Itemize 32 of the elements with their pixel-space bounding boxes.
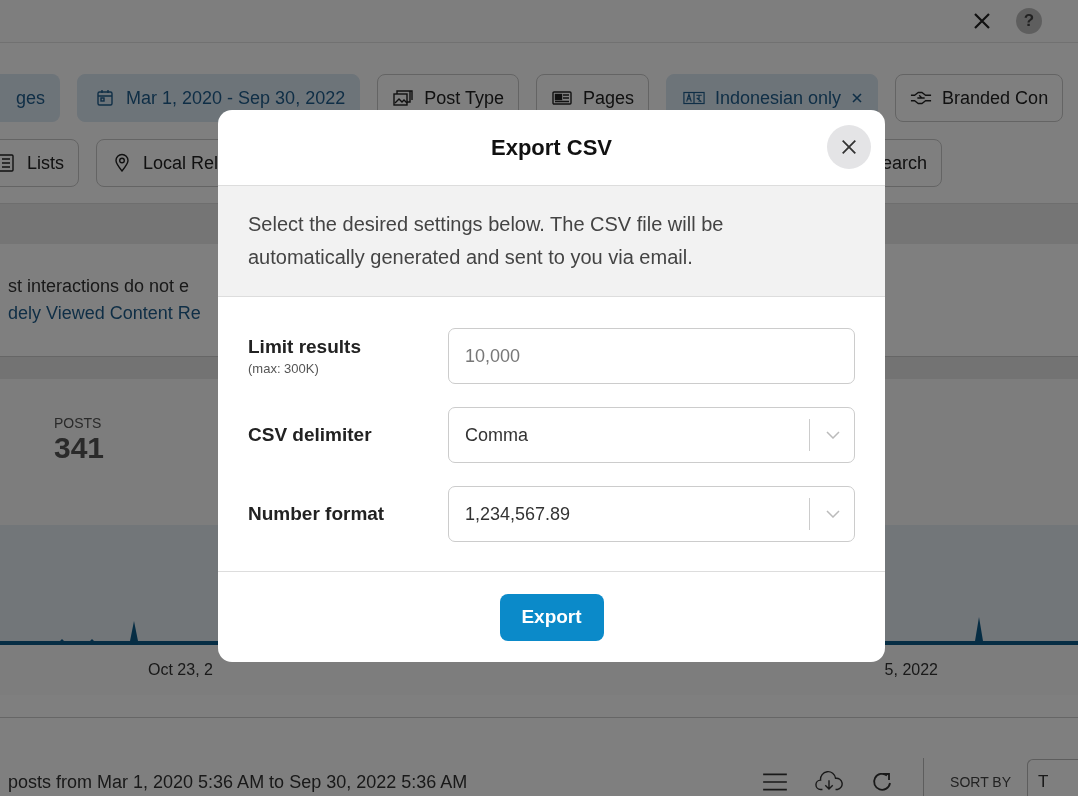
select-field[interactable]: 1,234,567.89 [448,486,855,542]
chevron-icon [826,431,840,439]
input-field[interactable]: 10,000 [448,328,855,384]
filter-chip[interactable]: Lists [0,139,79,187]
select-field[interactable]: Comma [448,407,855,463]
field-label: CSV delimiter [248,424,372,446]
list-icon [0,153,17,173]
remove-icon[interactable] [851,92,864,104]
chevron-icon [826,510,840,518]
sort-label: SORT BY [950,774,1011,790]
date-range-summary: posts from Mar 1, 2020 5:36 AM to Sep 30, 2022 5:36 AM [8,771,468,793]
field-label: Number format [248,503,385,525]
close-button[interactable] [827,125,871,169]
axis-label: Oct 23, 2 [148,661,213,679]
field-hint: (max: 300K) [248,361,319,376]
filter-chip[interactable]: Branded Con [895,74,1064,122]
filter-chip[interactable]: ges [0,74,61,122]
export-button[interactable]: Export [499,593,604,641]
help-button[interactable]: ? [1016,8,1042,34]
notice-text: st interactions do not e [8,275,190,298]
dialog-description: Select the desired settings below. The CSV file will be automatically generated and sent to you via email. [248,212,725,270]
axis-label: 5, 2022 [884,661,938,679]
report-link[interactable]: dely Viewed Content Re [8,300,201,327]
dialog-title: Export CSV [491,134,612,161]
close-icon[interactable] [972,11,992,31]
stat-label: POSTS [54,415,102,431]
stat-value: 341 [54,431,105,465]
images-icon [392,88,415,108]
field-label: Limit results [248,336,361,358]
page-icon [550,88,573,108]
sort-select[interactable]: T [1027,759,1078,796]
close-icon [840,138,858,156]
